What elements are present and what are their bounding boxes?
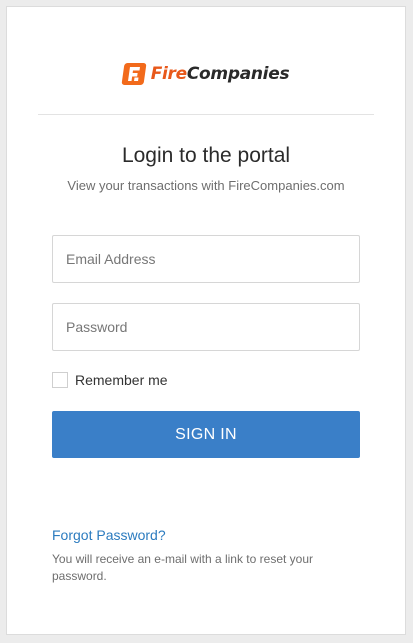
password-input[interactable] [53, 304, 359, 350]
brand-logo-icon [121, 63, 147, 85]
page-subtitle: View your transactions with FireCompanie… [67, 178, 345, 193]
brand-logo: FireCompanies [7, 60, 405, 88]
page-title: Login to the portal [121, 144, 291, 167]
password-field[interactable] [52, 303, 360, 351]
login-card: FireCompanies Login to the portal View y… [6, 6, 406, 635]
header-divider [38, 114, 374, 115]
brand-name-companies: Companies [186, 64, 290, 84]
remember-me-label: Remember me [75, 372, 168, 388]
forgot-password-link[interactable]: Forgot Password? [52, 527, 166, 543]
forgot-password-note: You will receive an e-mail with a link t… [52, 552, 314, 583]
email-input[interactable] [53, 236, 359, 282]
remember-me[interactable]: Remember me [52, 372, 168, 388]
remember-me-checkbox[interactable] [52, 372, 68, 388]
email-field[interactable] [52, 235, 360, 283]
brand-name-fire: Fire [150, 64, 187, 84]
sign-in-button[interactable]: SIGN IN [52, 411, 360, 458]
brand-name: FireCompanies [151, 64, 290, 84]
